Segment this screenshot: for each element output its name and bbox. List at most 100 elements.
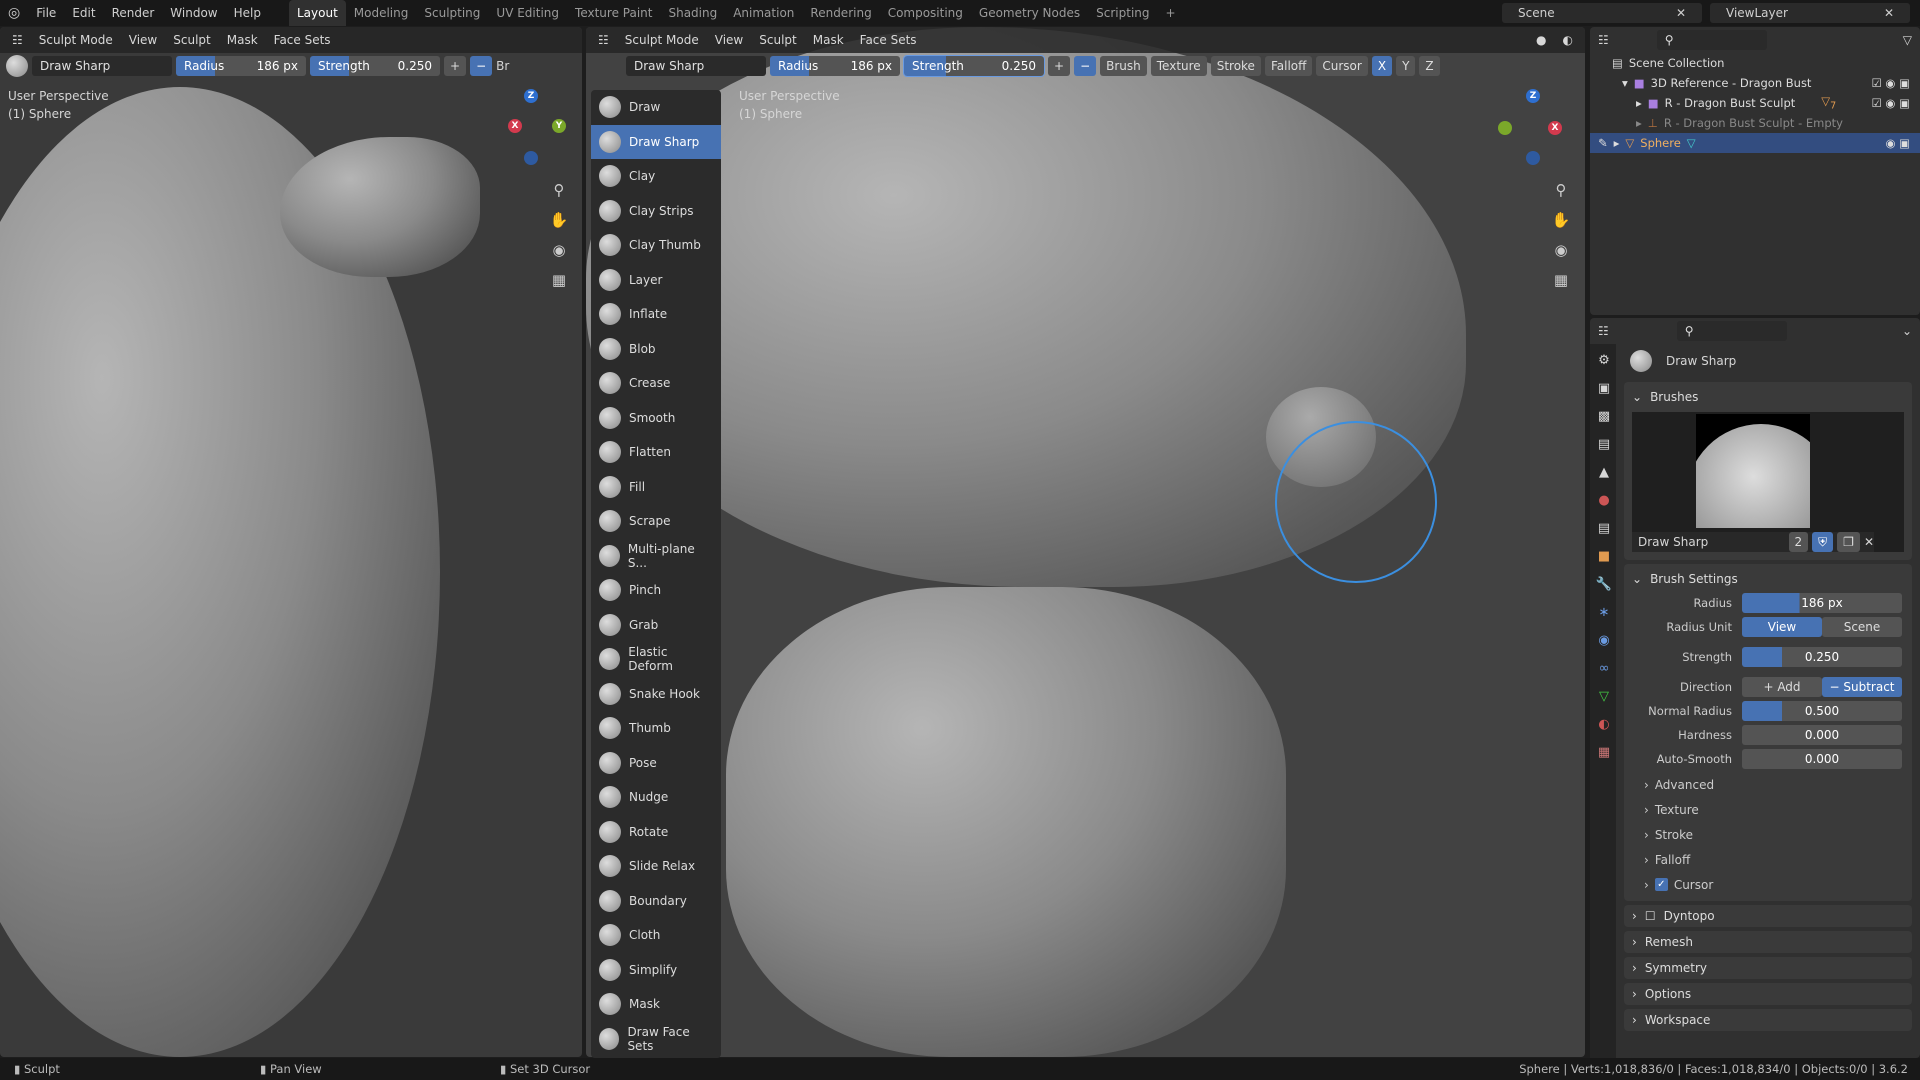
camera-icon[interactable]: ◉	[1548, 237, 1574, 263]
tool-simplify[interactable]: Simplify	[591, 953, 721, 988]
camera-icon[interactable]: ◉	[546, 237, 572, 263]
blender-logo-icon[interactable]: ◎	[0, 5, 28, 21]
direction-subtract[interactable]: − Subtract	[1822, 677, 1902, 697]
menu-window[interactable]: Window	[162, 6, 225, 20]
tab-modeling[interactable]: Modeling	[346, 6, 417, 20]
brush-preview[interactable]: Draw Sharp 2 ⛨ ❐ ✕	[1632, 412, 1904, 552]
constraints-tab-icon[interactable]: ∞	[1593, 658, 1615, 680]
shading-solid-icon[interactable]: ●	[1530, 31, 1552, 49]
mirror-y-toggle[interactable]: Y	[1396, 56, 1416, 76]
properties-search[interactable]: ⚲	[1676, 321, 1787, 341]
subtract-direction-button[interactable]: −	[1074, 56, 1097, 76]
menu-render[interactable]: Render	[104, 6, 163, 20]
view-layer-selector[interactable]: ViewLayer ✕	[1710, 3, 1910, 23]
brush-dropdown-truncated[interactable]: Br	[496, 59, 509, 73]
subpanel-advanced[interactable]: › Advanced	[1624, 772, 1912, 797]
brush-name-field[interactable]: Draw Sharp	[1632, 535, 1785, 549]
panel-remesh[interactable]: › Remesh	[1624, 931, 1912, 953]
editor-type-icon[interactable]: ☷	[592, 31, 615, 49]
scene-selector[interactable]: Scene ✕	[1502, 3, 1702, 23]
tool-scrape[interactable]: Scrape	[591, 504, 721, 539]
tool-tab-icon[interactable]: ⚙	[1593, 350, 1615, 372]
filter-icon[interactable]: ▽	[1903, 33, 1912, 47]
menu-view[interactable]: View	[123, 31, 163, 49]
brushes-header[interactable]: ⌄ Brushes	[1624, 386, 1912, 408]
tool-clay[interactable]: Clay	[591, 159, 721, 194]
autosmooth-field[interactable]: 0.000	[1742, 749, 1902, 769]
tab-uv-editing[interactable]: UV Editing	[488, 6, 567, 20]
tool-cloth[interactable]: Cloth	[591, 918, 721, 953]
subpanel-stroke[interactable]: › Stroke	[1624, 822, 1912, 847]
radius-slider[interactable]: Radius 186 px	[770, 56, 900, 76]
outliner-item-selected[interactable]: ✎ ▸ ▽ Sphere ▽ ◉ ▣	[1590, 133, 1920, 153]
tool-draw[interactable]: Draw	[591, 90, 721, 125]
falloff-dropdown[interactable]: Falloff	[1264, 56, 1313, 76]
tool-grab[interactable]: Grab	[591, 608, 721, 643]
direction-add[interactable]: + Add	[1742, 677, 1822, 697]
grid-icon[interactable]: ▦	[546, 267, 572, 293]
object-tab-icon[interactable]: ■	[1593, 546, 1615, 568]
zoom-icon[interactable]: ⚲	[546, 177, 572, 203]
output-tab-icon[interactable]: ▩	[1593, 406, 1615, 428]
tool-fill[interactable]: Fill	[591, 470, 721, 505]
particles-tab-icon[interactable]: ∗	[1593, 602, 1615, 624]
tool-slide-relax[interactable]: Slide Relax	[591, 849, 721, 884]
render-tab-icon[interactable]: ▣	[1593, 378, 1615, 400]
menu-edit[interactable]: Edit	[64, 6, 103, 20]
tool-nudge[interactable]: Nudge	[591, 780, 721, 815]
tool-pose[interactable]: Pose	[591, 746, 721, 781]
options-chevron-icon[interactable]: ⌄	[1902, 324, 1912, 338]
main-viewport[interactable]: ☷ Sculpt Mode View Sculpt Mask Face Sets…	[586, 27, 1585, 1057]
gizmo-neg-z[interactable]	[1526, 151, 1540, 165]
collection-tab-icon[interactable]: ▤	[1593, 518, 1615, 540]
radius-unit-view[interactable]: View	[1742, 617, 1822, 637]
scene-tab-icon[interactable]: ▲	[1593, 462, 1615, 484]
brush-users-count[interactable]: 2	[1788, 532, 1809, 552]
tool-clay-strips[interactable]: Clay Strips	[591, 194, 721, 229]
gizmo-x[interactable]: X	[1548, 121, 1562, 135]
subpanel-texture[interactable]: › Texture	[1624, 797, 1912, 822]
menu-mask[interactable]: Mask	[221, 31, 264, 49]
menu-face-sets[interactable]: Face Sets	[268, 31, 337, 49]
shading-material-icon[interactable]: ◐	[1557, 31, 1579, 49]
subtract-direction-button[interactable]: −	[470, 56, 493, 76]
tool-mask[interactable]: Mask	[591, 987, 721, 1022]
tool-multi-plane-s[interactable]: Multi-plane S...	[591, 539, 721, 574]
outliner-item[interactable]: ▾ ■ 3D Reference - Dragon Bust ☑ ◉ ▣	[1590, 73, 1920, 93]
tool-pinch[interactable]: Pinch	[591, 573, 721, 608]
outliner-item[interactable]: ▸ ■ R - Dragon Bust Sculpt ▽7 ☑ ◉ ▣	[1590, 93, 1920, 113]
tab-geometry-nodes[interactable]: Geometry Nodes	[971, 6, 1088, 20]
outliner-search[interactable]: ⚲	[1656, 30, 1767, 50]
editor-type-icon[interactable]: ☷	[1598, 324, 1609, 338]
dyntopo-checkbox[interactable]: ☐	[1645, 909, 1656, 923]
tab-sculpting[interactable]: Sculpting	[416, 6, 488, 20]
tool-clay-thumb[interactable]: Clay Thumb	[591, 228, 721, 263]
menu-file[interactable]: File	[28, 6, 64, 20]
zoom-icon[interactable]: ⚲	[1548, 177, 1574, 203]
subpanel-falloff[interactable]: › Falloff	[1624, 847, 1912, 872]
material-tab-icon[interactable]: ◐	[1593, 714, 1615, 736]
tab-compositing[interactable]: Compositing	[880, 6, 971, 20]
world-tab-icon[interactable]: ●	[1593, 490, 1615, 512]
mode-dropdown[interactable]: Sculpt Mode	[33, 31, 119, 49]
brush-settings-header[interactable]: ⌄ Brush Settings	[1624, 568, 1912, 590]
menu-face-sets[interactable]: Face Sets	[854, 31, 923, 49]
brush-icon[interactable]	[6, 55, 28, 77]
fake-user-shield-icon[interactable]: ⛨	[1812, 532, 1834, 552]
panel-options[interactable]: › Options	[1624, 983, 1912, 1005]
menu-view[interactable]: View	[709, 31, 749, 49]
pan-hand-icon[interactable]: ✋	[1548, 207, 1574, 233]
mirror-x-toggle[interactable]: X	[1371, 56, 1393, 76]
tool-layer[interactable]: Layer	[591, 263, 721, 298]
gizmo-y[interactable]: Y	[552, 119, 566, 133]
add-direction-button[interactable]: +	[1048, 56, 1071, 76]
modifier-tab-icon[interactable]: 🔧	[1593, 574, 1615, 596]
data-tab-icon[interactable]: ▽	[1593, 686, 1615, 708]
gizmo-x[interactable]: X	[508, 119, 522, 133]
tab-layout[interactable]: Layout	[288, 0, 346, 26]
subpanel-cursor[interactable]: › ✓ Cursor	[1624, 872, 1912, 897]
panel-symmetry[interactable]: › Symmetry	[1624, 957, 1912, 979]
tab-scripting[interactable]: Scripting	[1088, 6, 1157, 20]
menu-sculpt[interactable]: Sculpt	[167, 31, 216, 49]
stroke-dropdown[interactable]: Stroke	[1210, 56, 1261, 76]
